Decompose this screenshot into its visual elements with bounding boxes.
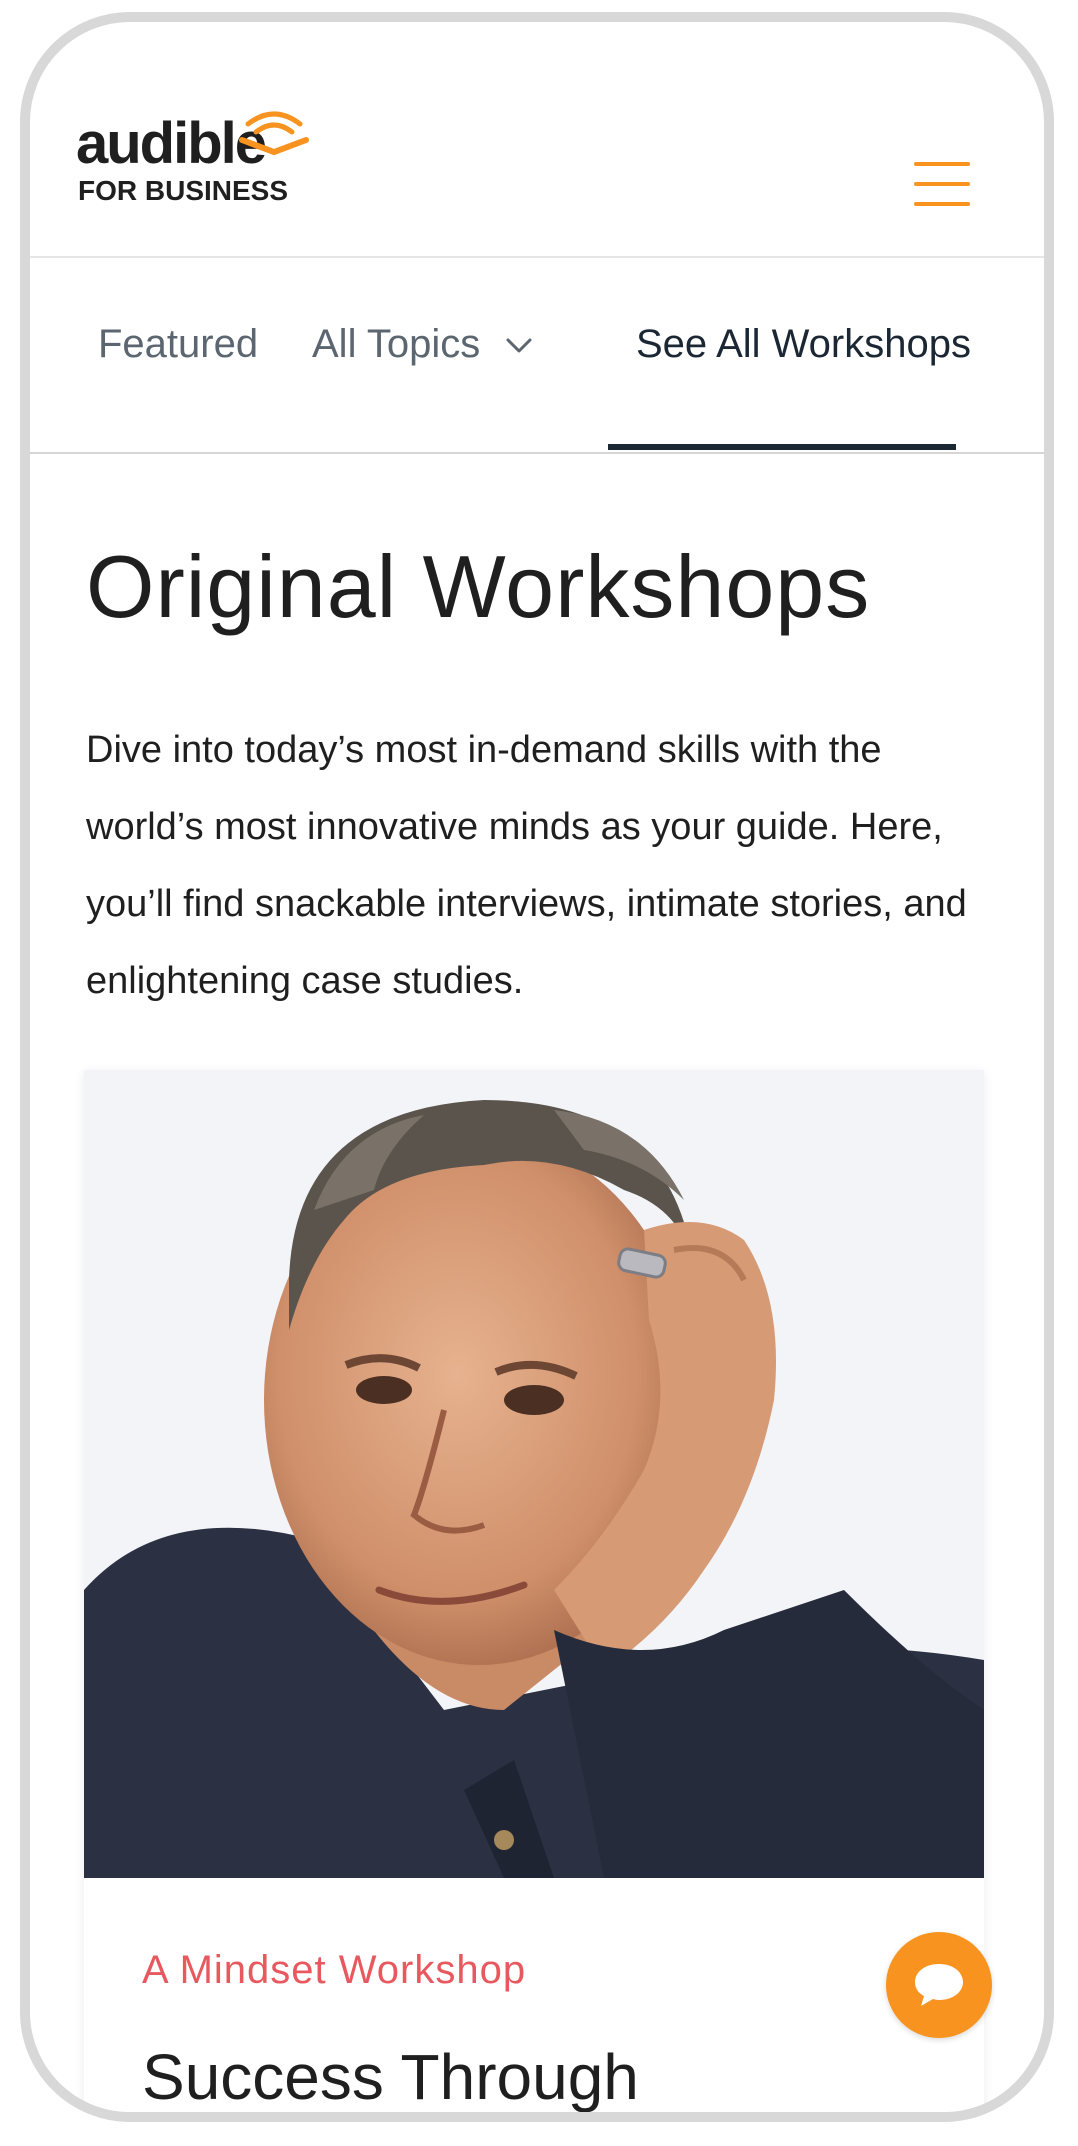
- chat-bubble-icon: [915, 1964, 963, 2006]
- menu-line: [914, 182, 970, 186]
- chevron-down-icon: [506, 338, 532, 353]
- workshop-title[interactable]: Success Through: [142, 2040, 639, 2112]
- tab-all-topics-label: All Topics: [312, 322, 481, 366]
- tab-featured[interactable]: Featured: [98, 322, 258, 367]
- workshop-category: A Mindset Workshop: [142, 1948, 527, 1992]
- speaker-photo[interactable]: [84, 1070, 984, 1878]
- site-header: audible FOR BUSINESS: [30, 22, 1044, 258]
- intro-text: Dive into today’s most in-demand skills …: [86, 729, 967, 1002]
- active-tab-indicator: [608, 444, 956, 450]
- chat-button[interactable]: [886, 1932, 992, 2038]
- audible-waves-icon: [239, 111, 309, 156]
- logo-subtitle: FOR BUSINESS: [78, 175, 289, 206]
- tab-all-topics[interactable]: All Topics: [312, 322, 533, 367]
- tab-see-all-workshops[interactable]: See All Workshops: [636, 322, 971, 367]
- workshop-tabs: Featured All Topics See All Workshops: [30, 258, 1044, 454]
- phone-frame: audible FOR BUSINESS Featured All Topics…: [20, 12, 1054, 2122]
- workshop-card[interactable]: A Mindset Workshop Success Through: [84, 1070, 984, 2112]
- menu-line: [914, 202, 970, 206]
- tab-see-all-workshops-label: See All Workshops: [636, 322, 971, 366]
- audible-for-business-logo[interactable]: audible FOR BUSINESS: [76, 111, 316, 214]
- hamburger-menu-icon[interactable]: [914, 162, 970, 206]
- menu-line: [914, 162, 970, 166]
- page-title: Original Workshops: [86, 537, 871, 636]
- tab-featured-label: Featured: [98, 322, 259, 366]
